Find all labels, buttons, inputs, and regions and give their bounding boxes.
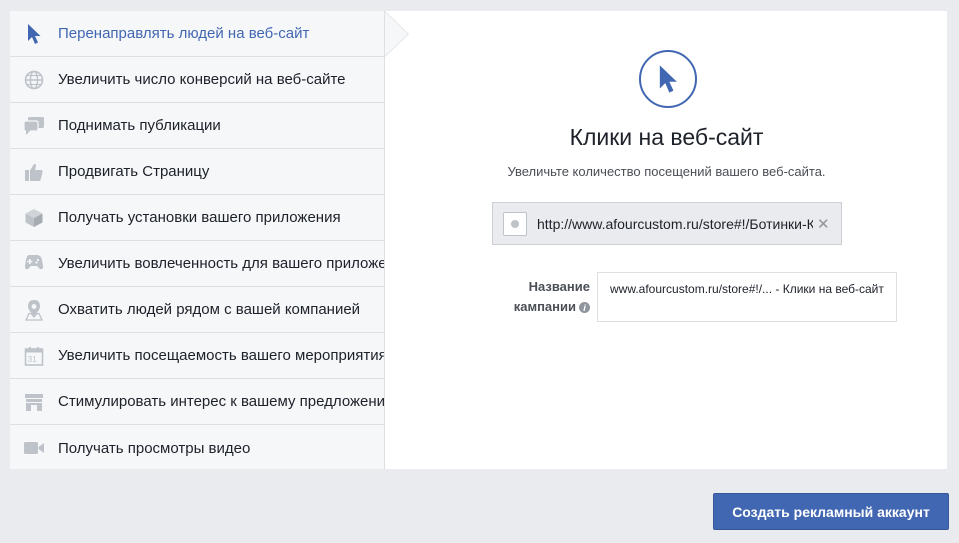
cube-icon (10, 208, 58, 228)
sidebar-item-app-installs[interactable]: Получать установки вашего приложения (10, 195, 384, 241)
sidebar-item-website-clicks[interactable]: Перенаправлять людей на веб-сайт (10, 11, 384, 57)
sidebar-item-label: Увеличить посещаемость вашего мероприяти… (58, 347, 385, 364)
sidebar-item-label: Получать просмотры видео (58, 439, 251, 457)
sidebar-item-event-responses[interactable]: 31 Увеличить посещаемость вашего меропри… (10, 333, 384, 379)
create-ad-account-button[interactable]: Создать рекламный аккаунт (713, 493, 949, 530)
close-icon[interactable]: ✕ (817, 215, 830, 233)
objective-sidebar: Перенаправлять людей на веб-сайт Увеличи… (10, 11, 385, 469)
sidebar-item-label: Продвигать Страницу (58, 163, 210, 180)
website-preview-icon (503, 211, 527, 236)
sidebar-item-label: Охватить людей рядом с вашей компанией (58, 301, 361, 318)
thumbs-up-icon (10, 162, 58, 182)
storefront-icon (10, 392, 58, 412)
website-url-value[interactable]: http://www.afourcustom.ru/store#!/Ботинк… (537, 216, 813, 232)
sidebar-item-promote-page[interactable]: Продвигать Страницу (10, 149, 384, 195)
sidebar-item-boost-posts[interactable]: Поднимать публикации (10, 103, 384, 149)
cursor-circle-icon (639, 50, 697, 108)
calendar-icon: 31 (10, 346, 58, 366)
cursor-icon (10, 23, 58, 45)
sidebar-item-local-awareness[interactable]: Охватить людей рядом с вашей компанией (10, 287, 384, 333)
chat-icon (10, 116, 58, 136)
sidebar-item-website-conversions[interactable]: Увеличить число конверсий на веб-сайте (10, 57, 384, 103)
gamepad-icon (10, 253, 58, 275)
campaign-name-label: Название кампании i (490, 277, 590, 317)
sidebar-item-label: Стимулировать интерес к вашему предложен… (58, 393, 385, 410)
sidebar-item-label: Перенаправлять людей на веб-сайт (58, 25, 310, 42)
sidebar-item-label: Получать установки вашего приложения (58, 209, 341, 226)
info-icon[interactable]: i (579, 302, 590, 314)
objective-detail: Клики на веб-сайт Увеличьте количество п… (386, 11, 947, 469)
video-camera-icon (10, 439, 58, 457)
sidebar-item-label: Увеличить число конверсий на веб-сайте (58, 71, 346, 88)
svg-text:31: 31 (28, 355, 37, 364)
objective-title: Клики на веб-сайт (569, 124, 764, 150)
sidebar-item-video-views[interactable]: Получать просмотры видео (10, 425, 384, 469)
location-pin-icon (10, 299, 58, 321)
campaign-name-field[interactable]: www.afourcustom.ru/store#!/... - Клики н… (597, 272, 897, 322)
globe-icon (10, 70, 58, 90)
website-url-field[interactable]: http://www.afourcustom.ru/store#!/Ботинк… (492, 202, 842, 245)
sidebar-item-app-engagement[interactable]: Увеличить вовлеченность для вашего прило… (10, 241, 384, 287)
sidebar-item-offer-claims[interactable]: Стимулировать интерес к вашему предложен… (10, 379, 384, 425)
sidebar-item-label: Поднимать публикации (58, 117, 221, 134)
sidebar-item-label: Увеличить вовлеченность для вашего прило… (58, 255, 385, 272)
objective-subtitle: Увеличьте количество посещений вашего ве… (507, 164, 826, 179)
